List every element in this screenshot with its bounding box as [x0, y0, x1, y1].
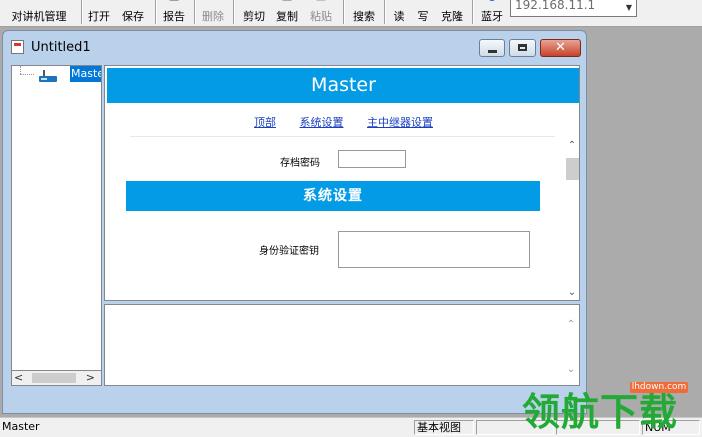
status-text: Master: [2, 420, 40, 433]
device-tree: Master: [11, 65, 102, 386]
chevron-down-icon[interactable]: ▼: [622, 0, 636, 16]
archive-password-input[interactable]: [338, 150, 406, 168]
maximize-icon: [518, 44, 527, 51]
link-system-settings[interactable]: 系统设置: [300, 116, 344, 129]
save-disk-icon: [126, 0, 140, 5]
open-button[interactable]: 打开: [86, 0, 112, 26]
radio-manager-label: 对讲机管理: [11, 10, 67, 23]
status-view-mode: 基本视图: [414, 420, 474, 435]
tree-horizontal-scrollbar[interactable]: < >: [11, 370, 102, 386]
read-arrow-icon: [392, 0, 406, 5]
open-folder-icon: [92, 0, 106, 5]
nav-links: 顶部 系统设置 主中继器设置: [107, 114, 579, 130]
chevron-down-icon[interactable]: ⌄: [563, 364, 579, 375]
web-vertical-scrollbar[interactable]: ⌃ ⌄: [564, 138, 579, 300]
scroll-left-icon[interactable]: <: [14, 371, 23, 385]
mdi-client-area: Untitled1 ✕ Master < > Master 顶部 系统设置: [0, 27, 702, 417]
write-arrow-icon: [416, 0, 430, 5]
clone-button[interactable]: 克隆: [438, 0, 466, 26]
radio-manager-button[interactable]: 对讲机管理: [6, 0, 72, 26]
scroll-thumb[interactable]: [566, 158, 579, 180]
delete-button[interactable]: 删除: [200, 0, 226, 26]
window-title: Untitled1: [31, 40, 91, 55]
tree-node-master[interactable]: Master: [70, 66, 101, 82]
save-button[interactable]: 保存: [120, 0, 146, 26]
paste-icon: [316, 0, 326, 1]
document-icon: [11, 40, 24, 54]
auth-key-input[interactable]: [338, 231, 530, 268]
document-window: Untitled1 ✕ Master < > Master 顶部 系统设置: [2, 30, 587, 414]
link-top[interactable]: 顶部: [254, 116, 276, 129]
minimize-button[interactable]: [479, 39, 505, 57]
maximize-button[interactable]: [509, 39, 536, 57]
radio-manager-icon: [32, 0, 46, 5]
auth-key-label: 身份验证密钥: [259, 246, 319, 257]
ip-address-combo[interactable]: 192.168.11.1 ▼: [510, 0, 637, 17]
section-title: 系统设置: [126, 181, 540, 211]
scissors-icon: [247, 0, 261, 5]
report-icon: [169, 0, 179, 1]
copy-icon: [282, 0, 292, 1]
output-vertical-scrollbar[interactable]: ⌃ ⌄: [563, 305, 579, 385]
cut-button[interactable]: 剪切: [240, 0, 268, 26]
radio-device-icon: [39, 70, 57, 82]
chevron-up-icon[interactable]: ⌃: [563, 319, 579, 330]
write-button[interactable]: 写: [414, 0, 432, 26]
clone-icon: [445, 0, 459, 5]
bluetooth-button[interactable]: 蓝牙: [478, 0, 506, 26]
copy-button[interactable]: 复制: [273, 0, 301, 26]
watermark-logo: 领航下载 lhdown.com: [516, 377, 702, 436]
link-master-repeater-settings[interactable]: 主中继器设置: [367, 116, 433, 129]
search-button[interactable]: 搜索: [350, 0, 378, 26]
archive-password-label: 存档密码: [280, 158, 320, 169]
watermark-site: lhdown.com: [630, 382, 688, 393]
minimize-icon: [488, 50, 497, 53]
delete-icon: [206, 0, 220, 5]
settings-web-view: Master 顶部 系统设置 主中继器设置 存档密码 系统设置 身份验证密钥 ⌃…: [104, 65, 580, 301]
search-icon: [357, 0, 371, 5]
read-button[interactable]: 读: [390, 0, 408, 26]
close-button[interactable]: ✕: [540, 39, 581, 57]
toolbar: 对讲机管理 打开 保存 报告 删除 剪切 复制 粘贴 搜索 读 写 克隆 蓝牙 …: [0, 0, 702, 27]
scroll-thumb[interactable]: [32, 373, 76, 383]
close-icon: ✕: [555, 40, 566, 55]
window-titlebar[interactable]: Untitled1 ✕: [3, 31, 586, 61]
scroll-right-icon[interactable]: >: [86, 371, 95, 385]
ip-address-value: 192.168.11.1: [515, 0, 596, 12]
page-header: Master: [107, 68, 579, 103]
divider: [130, 136, 555, 137]
chevron-up-icon[interactable]: ⌃: [564, 140, 579, 151]
chevron-down-icon[interactable]: ⌄: [564, 287, 579, 298]
paste-button[interactable]: 粘贴: [307, 0, 335, 26]
report-button[interactable]: 报告: [161, 0, 187, 26]
bluetooth-icon: [489, 0, 495, 1]
output-pane: ⌃ ⌄: [104, 304, 580, 386]
